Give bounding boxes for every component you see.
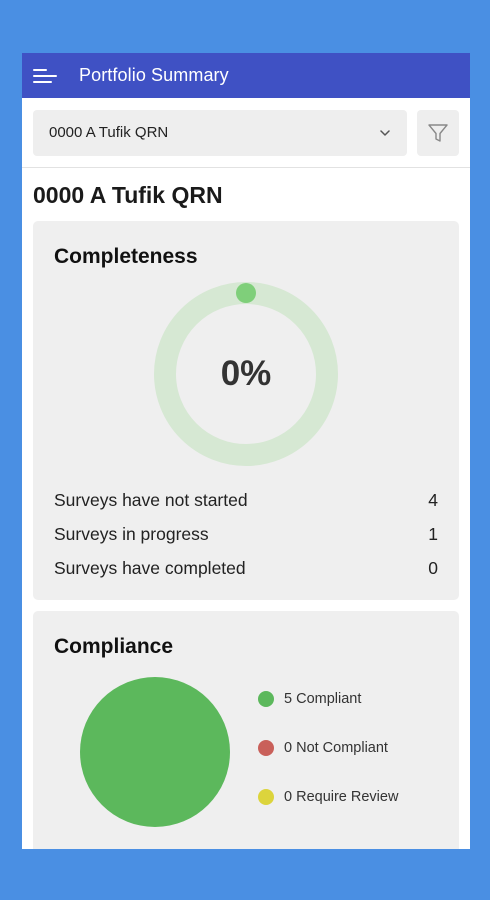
stat-value: 0 xyxy=(428,558,438,578)
compliance-card: Compliance 5 Compliant 0 Not Compliant 0… xyxy=(33,611,459,849)
pie-slice-compliant xyxy=(80,677,230,827)
completeness-card: Completeness 0% Surveys have not started… xyxy=(33,221,459,600)
legend-label: 0 Require Review xyxy=(284,789,399,805)
portfolio-toolbar: 0000 A Tufik QRN xyxy=(22,98,470,168)
menu-icon[interactable] xyxy=(33,66,59,86)
legend-require-review: 0 Require Review xyxy=(258,789,398,805)
legend-compliant: 5 Compliant xyxy=(258,691,361,707)
stat-row-completed: Surveys have completed 0 xyxy=(54,558,438,579)
completeness-title: Completeness xyxy=(54,245,198,268)
compliance-pie xyxy=(80,677,230,827)
chevron-down-icon xyxy=(380,129,390,136)
app-bar-title: Portfolio Summary xyxy=(79,65,229,85)
legend-dot xyxy=(258,740,274,756)
app-screen: Portfolio Summary 0000 A Tufik QRN 0000 … xyxy=(22,53,470,849)
page-title: 0000 A Tufik QRN xyxy=(33,182,223,208)
legend-label: 5 Compliant xyxy=(284,691,362,707)
portfolio-select-value: 0000 A Tufik QRN xyxy=(49,124,169,141)
portfolio-select[interactable]: 0000 A Tufik QRN xyxy=(33,109,407,156)
completeness-ring: 0% xyxy=(152,280,340,468)
legend-label: 0 Not Compliant xyxy=(284,740,388,756)
stat-label: Surveys have not started xyxy=(54,490,248,510)
stat-row-in-progress: Surveys in progress 1 xyxy=(54,524,438,545)
stat-label: Surveys have completed xyxy=(54,558,246,578)
legend-not-compliant: 0 Not Compliant xyxy=(258,740,388,756)
stat-label: Surveys in progress xyxy=(54,524,209,544)
app-bar: Portfolio Summary xyxy=(22,53,470,98)
compliance-title: Compliance xyxy=(54,635,174,658)
filter-icon xyxy=(428,123,448,142)
stat-value: 4 xyxy=(428,490,438,510)
legend-dot xyxy=(258,691,274,707)
stat-value: 1 xyxy=(428,524,438,544)
stat-row-not-started: Surveys have not started 4 xyxy=(54,490,438,511)
legend-dot xyxy=(258,789,274,805)
filter-button[interactable] xyxy=(417,109,459,156)
completeness-percent: 0% xyxy=(220,354,272,393)
